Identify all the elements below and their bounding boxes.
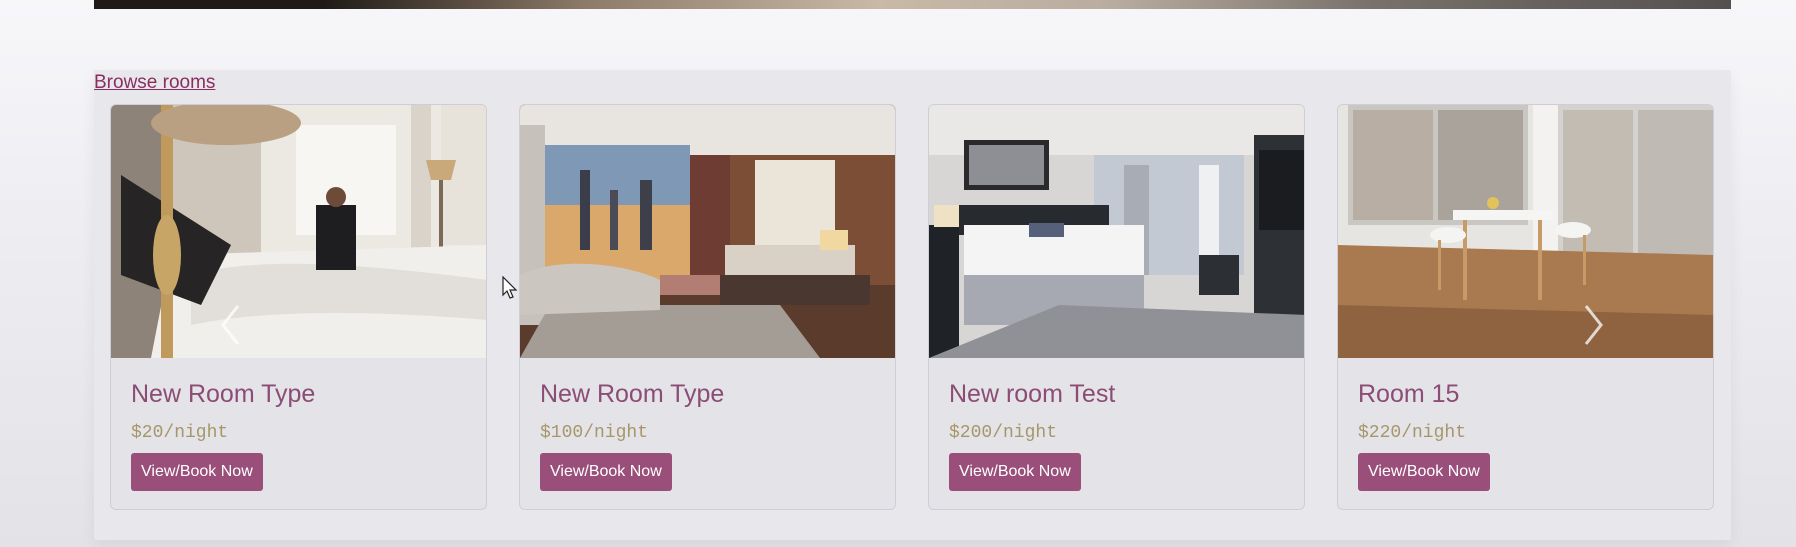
dining-area-city-window-photo: [1338, 105, 1713, 358]
hero-image-strip: [94, 0, 1731, 9]
view-book-button[interactable]: View/Book Now: [949, 453, 1081, 491]
room-card: New Room Type $100/night View/Book Now: [519, 104, 896, 510]
room-card: New Room Type $20/night View/Book Now: [110, 104, 487, 510]
room-price: $100/night: [540, 423, 649, 443]
view-book-button[interactable]: View/Book Now: [540, 453, 672, 491]
room-price: $200/night: [949, 423, 1058, 443]
room-image: [520, 105, 895, 358]
city-view-bedroom-photo: [520, 105, 895, 358]
browse-rooms-link[interactable]: Browse rooms: [94, 72, 215, 94]
hotel-room-with-desk-photo: [929, 105, 1304, 358]
chevron-right-icon[interactable]: [1573, 300, 1613, 350]
room-price: $20/night: [131, 423, 229, 443]
room-card: Room 15 $220/night View/Book Now: [1337, 104, 1714, 510]
room-title: Room 15: [1358, 380, 1460, 408]
view-book-button[interactable]: View/Book Now: [1358, 453, 1490, 491]
room-title: New Room Type: [131, 380, 316, 408]
room-image: [1338, 105, 1713, 358]
room-price: $220/night: [1358, 423, 1467, 443]
room-image: [929, 105, 1304, 358]
mouse-pointer-icon: [502, 275, 518, 300]
chevron-left-icon[interactable]: [211, 300, 251, 350]
room-title: New room Test: [949, 380, 1116, 408]
room-image: [111, 105, 486, 358]
view-book-button[interactable]: View/Book Now: [131, 453, 263, 491]
room-title: New Room Type: [540, 380, 725, 408]
room-card: New room Test $200/night View/Book Now: [928, 104, 1305, 510]
housekeeper-making-bed-photo: [111, 105, 486, 358]
